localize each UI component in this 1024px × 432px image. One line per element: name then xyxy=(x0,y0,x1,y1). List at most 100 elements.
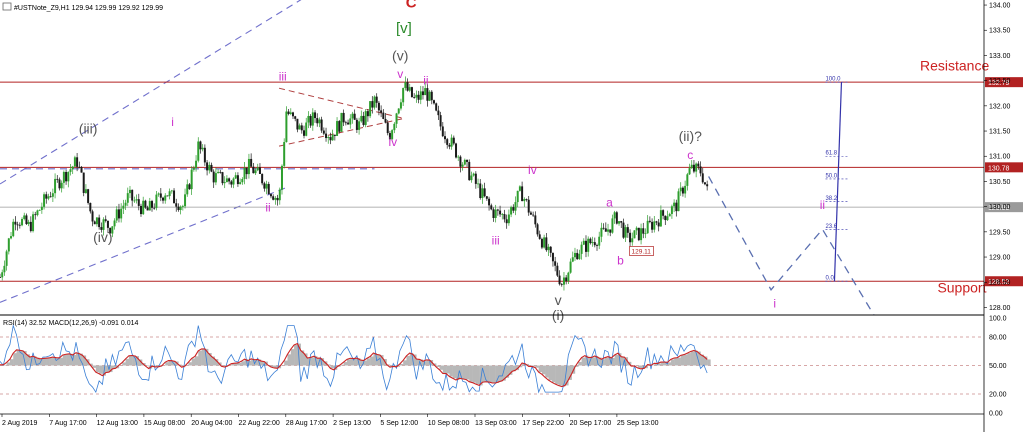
time-tick-label: 5 Sep 12:00 xyxy=(380,420,418,427)
candle-body xyxy=(673,202,676,207)
wave-label: v xyxy=(397,67,403,81)
wave-label: (v) xyxy=(392,47,408,63)
candle-body xyxy=(648,220,651,222)
macd-histogram-bar xyxy=(541,365,546,375)
macd-histogram-bar xyxy=(49,357,54,366)
candle-body xyxy=(106,220,109,228)
candle-body xyxy=(510,207,513,215)
candle-body xyxy=(426,88,429,101)
candle-body xyxy=(679,187,682,192)
candle-body xyxy=(329,137,332,141)
candle-body xyxy=(197,141,200,161)
candle-body xyxy=(576,252,579,260)
macd-histogram-bar xyxy=(366,358,371,366)
candle-body xyxy=(305,122,308,136)
candle-body xyxy=(580,244,583,254)
candle-body xyxy=(560,284,563,285)
candle-body xyxy=(45,194,48,199)
candle-body xyxy=(151,201,154,208)
candle-body xyxy=(243,167,246,180)
candle-body xyxy=(602,227,605,229)
candle-body xyxy=(455,143,458,158)
macd-histogram-bar xyxy=(442,365,447,374)
candle-body xyxy=(684,185,687,194)
candle-body xyxy=(646,220,649,234)
candle-body xyxy=(325,133,328,139)
candle-body xyxy=(549,246,552,253)
macd-histogram-bar xyxy=(551,365,556,383)
price-tick-label: 132.50 xyxy=(989,78,1011,85)
candle-body xyxy=(351,113,354,119)
candle-body xyxy=(73,157,76,167)
candle-body xyxy=(404,82,407,89)
candle-body xyxy=(40,206,43,210)
candle-body xyxy=(662,210,665,216)
candle-body xyxy=(518,186,521,191)
candle-body xyxy=(369,101,372,117)
candle-body xyxy=(527,199,530,213)
candle-body xyxy=(377,102,380,111)
candle-body xyxy=(122,205,125,209)
candle-body xyxy=(38,209,41,211)
wave-label: ii xyxy=(265,201,270,215)
candle-body xyxy=(494,209,497,218)
candle-body xyxy=(393,123,396,131)
candle-body xyxy=(697,163,700,167)
candle-body xyxy=(633,230,636,239)
candle-body xyxy=(291,112,294,117)
macd-histogram-bar xyxy=(188,362,192,366)
candle-body xyxy=(228,178,231,182)
candle-body xyxy=(62,171,65,183)
candle-body xyxy=(415,94,418,98)
candle-body xyxy=(562,277,565,285)
fibonacci-ratio-label: 50.0 xyxy=(825,173,837,179)
candle-body xyxy=(208,164,211,171)
macd-histogram-bar xyxy=(469,365,473,382)
candle-body xyxy=(349,118,352,125)
candle-body xyxy=(485,196,488,199)
candle-body xyxy=(598,236,601,246)
candle-body xyxy=(558,275,561,285)
candle-body xyxy=(201,147,204,150)
candle-body xyxy=(21,218,24,226)
candle-body xyxy=(327,137,330,139)
macd-histogram-bar xyxy=(66,354,70,366)
macd-histogram-bar xyxy=(707,359,711,366)
time-tick-label: 20 Sep 17:00 xyxy=(570,420,612,427)
wave-label: iii xyxy=(279,70,287,84)
wave-label: v xyxy=(555,292,562,308)
candle-body xyxy=(380,110,383,113)
candle-body xyxy=(258,167,261,174)
candle-body xyxy=(624,227,627,238)
macd-histogram-bar xyxy=(690,351,695,366)
candle-body xyxy=(225,178,228,183)
macd-histogram-bar xyxy=(465,365,470,380)
wave-label: iv xyxy=(528,163,537,177)
candle-body xyxy=(117,209,120,219)
price-tick-label: 128.50 xyxy=(989,280,1011,287)
candle-body xyxy=(466,159,469,162)
time-tick-label: 20 Aug 04:00 xyxy=(191,420,232,427)
candle-body xyxy=(232,178,235,185)
price-chart[interactable]: #USTNote_Z9,H1 129.94 129.99 129.92 129.… xyxy=(0,0,1024,432)
candle-body xyxy=(54,178,57,194)
candle-body xyxy=(247,158,250,175)
candle-body xyxy=(34,214,37,216)
candle-body xyxy=(283,142,286,166)
candle-body xyxy=(417,94,420,100)
candle-body xyxy=(36,210,39,216)
candle-body xyxy=(199,141,202,150)
candle-body xyxy=(256,167,259,171)
candle-body xyxy=(444,136,447,140)
candle-body xyxy=(516,190,519,203)
macd-histogram-bar xyxy=(241,361,245,366)
candle-body xyxy=(177,206,180,211)
candle-body xyxy=(87,189,90,203)
candle-body xyxy=(395,113,398,124)
candle-body xyxy=(461,164,464,167)
candle-body xyxy=(139,205,142,215)
candle-body xyxy=(250,158,253,167)
macd-histogram-bar xyxy=(492,365,496,383)
macd-histogram-bar xyxy=(614,354,619,366)
indicator-tick-label: 20.00 xyxy=(989,392,1007,399)
